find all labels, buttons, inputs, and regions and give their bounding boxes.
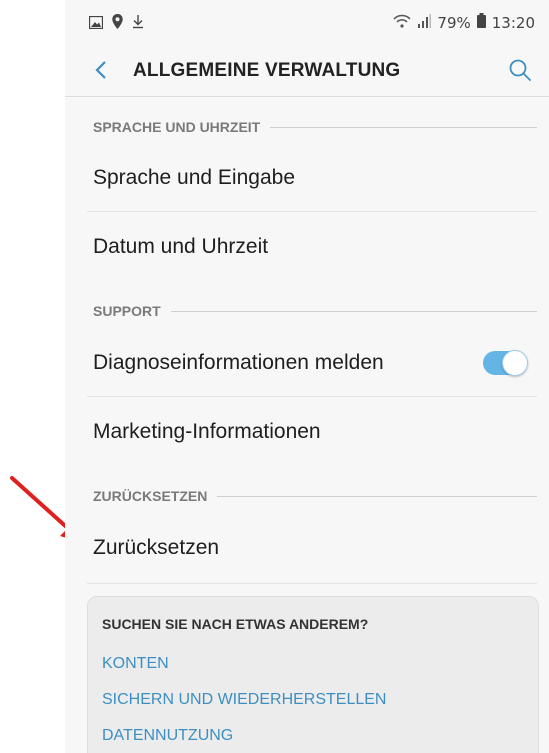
section-header-label: SUPPORT (93, 303, 161, 319)
row-divider (87, 396, 537, 397)
section-header-support: SUPPORT (93, 301, 537, 321)
download-icon (132, 14, 144, 33)
suggestion-card: SUCHEN SIE NACH ETWAS ANDEREM? KONTEN SI… (87, 596, 539, 753)
search-button[interactable] (507, 57, 533, 83)
battery-percent: 79% (437, 13, 471, 32)
clock: 13:20 (491, 13, 535, 32)
signal-icon (417, 13, 432, 32)
toggle-knob (502, 350, 528, 376)
settings-item-diagnose[interactable]: Diagnoseinformationen melden (93, 329, 537, 397)
section-divider-line (270, 126, 537, 128)
settings-item-zuruecksetzen[interactable]: Zurücksetzen (93, 514, 537, 582)
link-konten[interactable]: KONTEN (102, 655, 169, 673)
location-pin-icon (112, 14, 123, 33)
settings-item-label: Marketing-Informationen (93, 420, 321, 443)
settings-item-label: Diagnoseinformationen melden (93, 351, 384, 374)
section-divider-line (217, 495, 537, 497)
settings-item-label: Datum und Uhrzeit (93, 235, 269, 258)
battery-icon (476, 13, 486, 32)
page-title: ALLGEMEINE VERWALTUNG (133, 60, 401, 81)
settings-item-label: Sprache und Eingabe (93, 166, 295, 189)
section-header-label: SPRACHE UND UHRZEIT (93, 119, 261, 135)
settings-item-label: Zurücksetzen (93, 536, 220, 559)
suggestion-card-title: SUCHEN SIE NACH ETWAS ANDEREM? (102, 616, 369, 632)
search-icon (509, 59, 531, 81)
settings-item-sprache-eingabe[interactable]: Sprache und Eingabe (93, 144, 537, 212)
section-header-label: ZURÜCKSETZEN (93, 488, 208, 504)
settings-item-datum-uhrzeit[interactable]: Datum und Uhrzeit (93, 213, 537, 281)
status-bar: 79% 13:20 (65, 0, 549, 48)
back-button[interactable] (90, 58, 114, 82)
phone-screen: 79% 13:20 ALLGEMEINE VERWALTUNG SPRACHE … (65, 0, 549, 753)
image-icon (88, 14, 104, 33)
section-header-zuruecksetzen: ZURÜCKSETZEN (93, 486, 537, 506)
row-divider (87, 583, 537, 584)
chevron-left-icon (95, 61, 106, 79)
section-header-sprache-uhrzeit: SPRACHE UND UHRZEIT (93, 117, 537, 137)
wifi-icon (393, 14, 411, 32)
app-bar: ALLGEMEINE VERWALTUNG (65, 48, 549, 97)
section-divider-line (170, 310, 537, 312)
settings-item-marketing[interactable]: Marketing-Informationen (93, 398, 537, 466)
row-divider (87, 211, 537, 212)
link-sichern-wiederherstellen[interactable]: SICHERN UND WIEDERHERSTELLEN (102, 691, 386, 709)
diagnose-toggle[interactable] (483, 350, 528, 376)
link-datennutzung[interactable]: DATENNUTZUNG (102, 727, 233, 745)
